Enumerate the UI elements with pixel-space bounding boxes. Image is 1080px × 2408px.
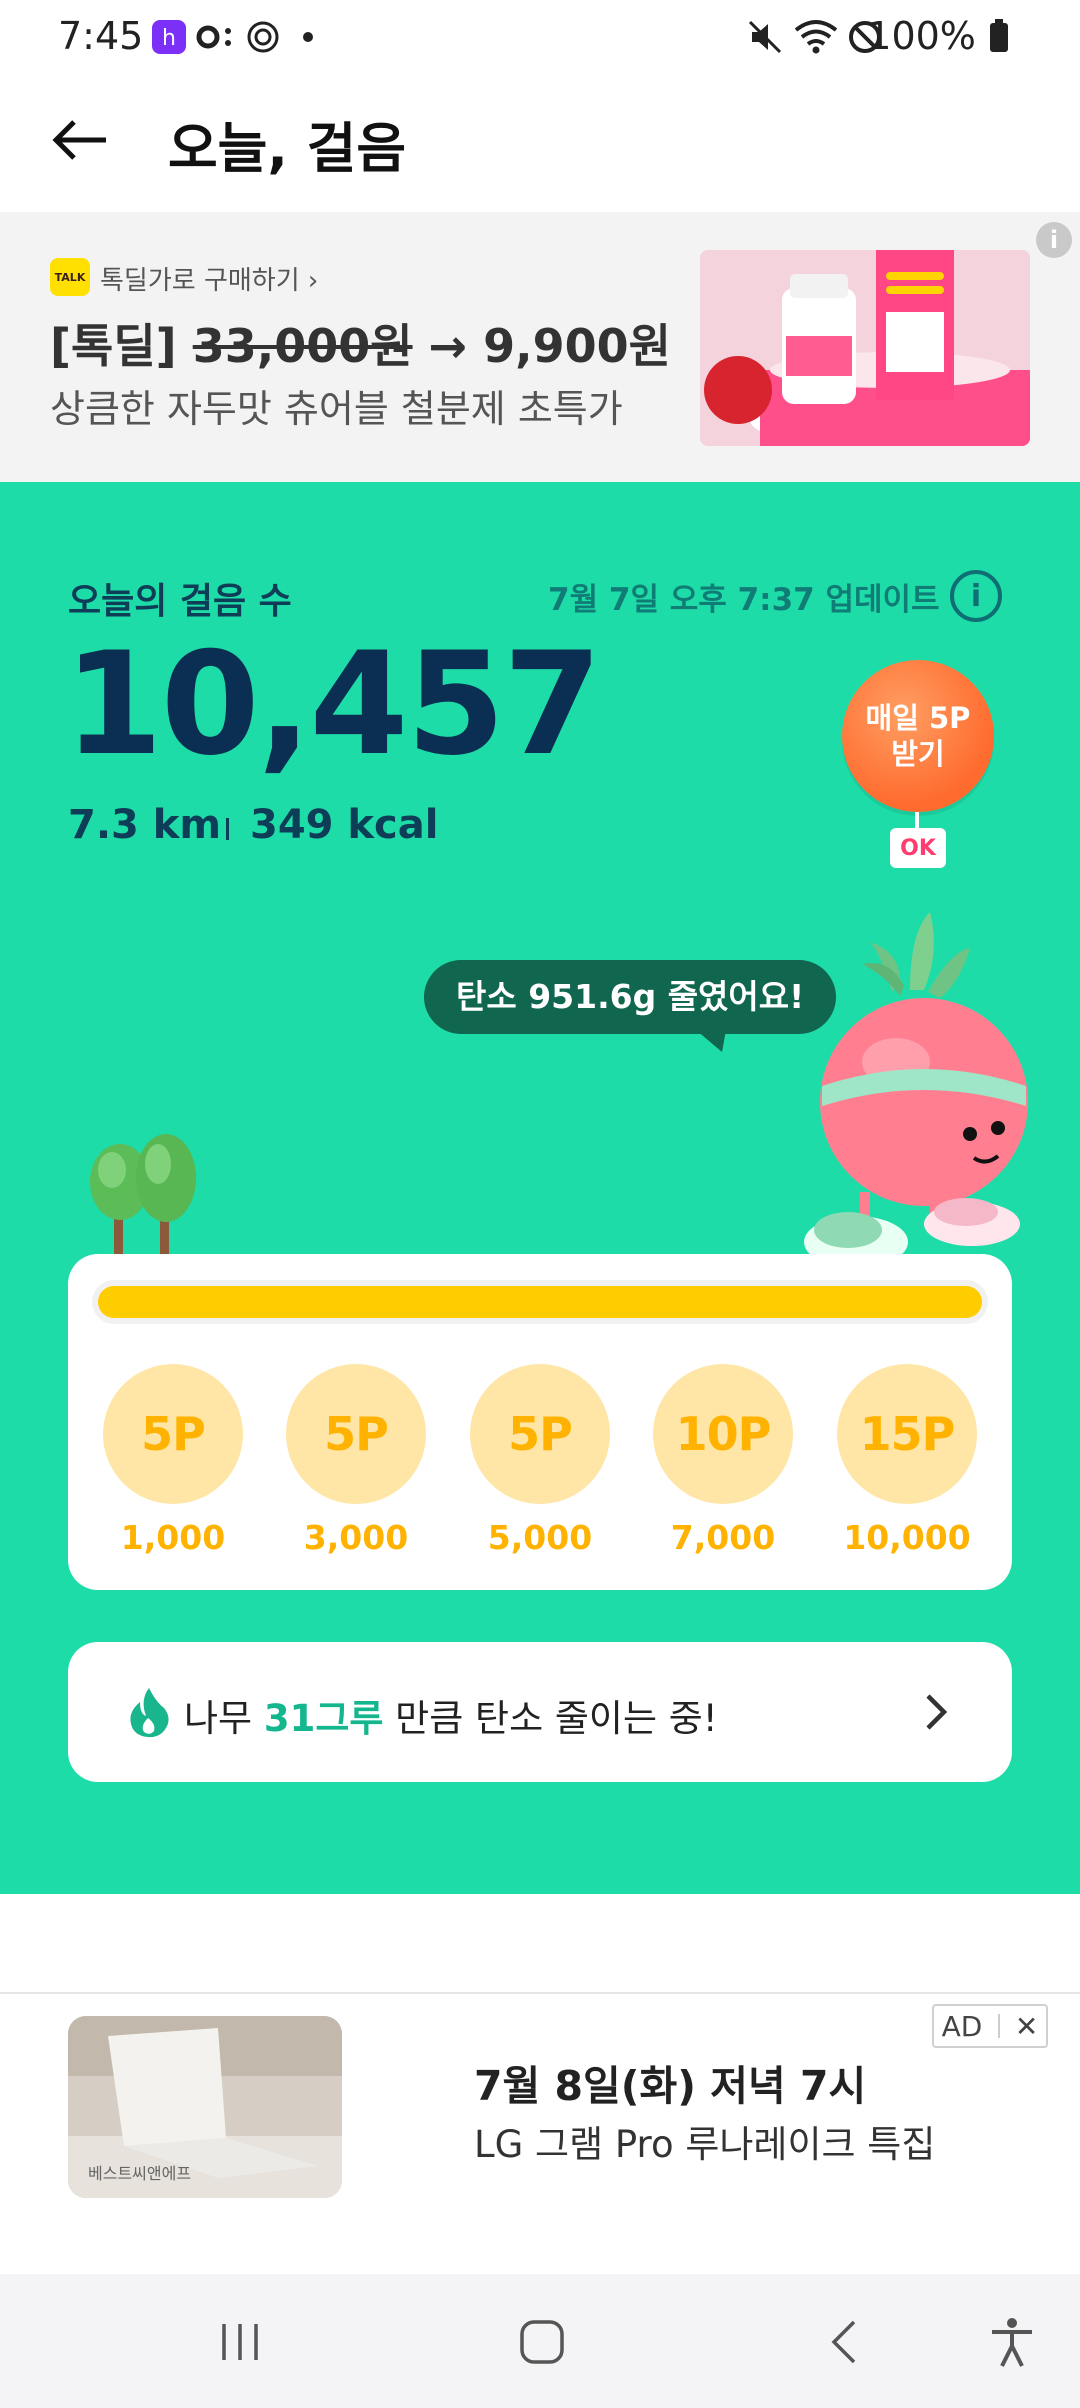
balloon-line-2: 받기 bbox=[891, 737, 945, 771]
steps-label: 오늘의 걸음 수 bbox=[68, 581, 292, 622]
more-dot-icon bbox=[302, 28, 316, 42]
reward-milestone-4[interactable]: 10P 7,000 bbox=[653, 1364, 793, 1557]
trees-suffix: 만큼 탄소 줄이는 중! bbox=[383, 1697, 718, 1740]
reward-points-coin: 15P bbox=[837, 1364, 977, 1504]
system-nav-bar bbox=[0, 2274, 1080, 2408]
carbon-trees-button[interactable]: 나무 31그루 만큼 탄소 줄이는 중! bbox=[68, 1642, 1012, 1782]
battery-percent: 100% bbox=[867, 14, 1010, 58]
home-icon bbox=[520, 2320, 564, 2364]
reward-points-coin: 10P bbox=[653, 1364, 793, 1504]
wifi-icon bbox=[794, 18, 838, 56]
reward-points-coin: 5P bbox=[470, 1364, 610, 1504]
walk-dashboard: 오늘의 걸음 수 7월 7일 오후 7:37 업데이트 i 10,457 7.3… bbox=[0, 482, 1080, 1894]
settings-gear-icon bbox=[244, 18, 282, 56]
chevron-right-icon bbox=[916, 1692, 956, 1732]
ad-label: AD bbox=[941, 2009, 983, 2043]
kakaotalk-logo: TALK bbox=[50, 258, 90, 296]
distance-value: 7.3 km bbox=[68, 802, 222, 848]
promo-title-prefix: [톡딜] bbox=[50, 319, 193, 373]
close-icon[interactable]: ✕ bbox=[1015, 2010, 1038, 2043]
reward-steps-label: 7,000 bbox=[670, 1518, 776, 1557]
mute-icon bbox=[746, 18, 784, 56]
promo-banner[interactable]: TALK 톡딜가로 구매하기 › [톡딜] 33,000원 → 9,900원 상… bbox=[0, 212, 1080, 482]
reward-points-coin: 5P bbox=[103, 1364, 243, 1504]
reward-points-coin: 5P bbox=[286, 1364, 426, 1504]
daily-bonus-button[interactable]: 매일 5P 받기 bbox=[842, 660, 994, 812]
calories-value: 349 kcal bbox=[250, 802, 439, 848]
fire-icon bbox=[126, 1686, 172, 1738]
step-count: 10,457 bbox=[64, 622, 602, 787]
balloon-line-1: 매일 5P bbox=[865, 701, 971, 735]
promo-original-price: 33,000원 bbox=[192, 319, 413, 373]
ad-info-icon[interactable]: i bbox=[1036, 222, 1072, 258]
carbon-trees-text: 나무 31그루 만큼 탄소 줄이는 중! bbox=[184, 1688, 718, 1742]
reward-steps-label: 3,000 bbox=[303, 1518, 409, 1557]
promo-title: [톡딜] 33,000원 → 9,900원 bbox=[50, 310, 671, 376]
reward-steps-label: 1,000 bbox=[120, 1518, 226, 1557]
back-button[interactable] bbox=[40, 100, 120, 180]
trees-prefix: 나무 bbox=[184, 1697, 264, 1740]
accessibility-icon bbox=[992, 2318, 1032, 2367]
rewards-progress-card: 5P 1,000 5P 3,000 5P 5,000 10P 7,000 15P… bbox=[68, 1254, 1012, 1590]
step-progress-bar bbox=[92, 1280, 988, 1324]
page-title: 오늘, 걸음 bbox=[168, 117, 407, 180]
chevron-left-icon bbox=[831, 2320, 856, 2364]
status-time: 7:45 bbox=[58, 14, 144, 58]
trees-count: 31그루 bbox=[263, 1697, 384, 1740]
recent-apps-icon bbox=[222, 2324, 258, 2360]
carbon-saved-bubble: 탄소 951.6g 줄였어요! bbox=[424, 960, 837, 1034]
ok-cashbag-badge: OK bbox=[890, 828, 946, 868]
ad-subtitle: LG 그램 Pro 루나레이크 특집 bbox=[474, 2123, 936, 2166]
promo-product-image[interactable] bbox=[700, 250, 1030, 446]
svg-text:h: h bbox=[162, 26, 176, 51]
speech-bubble-tail bbox=[696, 1030, 726, 1052]
ad-title: 7월 8일(화) 저녁 7시 bbox=[474, 2062, 867, 2110]
accessibility-button[interactable] bbox=[980, 2310, 1044, 2374]
reward-milestone-3[interactable]: 5P 5,000 bbox=[470, 1364, 610, 1557]
plum-mascot-icon bbox=[800, 912, 1040, 1272]
reward-milestone-1[interactable]: 5P 1,000 bbox=[103, 1364, 243, 1557]
promo-link[interactable]: 톡딜가로 구매하기 › bbox=[100, 260, 318, 297]
status-bar: 7:45 h 100% bbox=[0, 0, 1080, 72]
reward-steps-label: 5,000 bbox=[487, 1518, 593, 1557]
app-header: 오늘, 걸음 bbox=[0, 72, 1080, 212]
stat-divider bbox=[226, 818, 229, 840]
notification-dots-icon bbox=[196, 18, 234, 56]
ad-badge[interactable]: AD ✕ bbox=[932, 2004, 1048, 2048]
arrow-left-icon bbox=[52, 120, 106, 160]
bottom-ad-banner[interactable]: 베스트씨앤에프 AD ✕ 7월 8일(화) 저녁 7시 LG 그램 Pro 루나… bbox=[0, 1994, 1080, 2274]
promo-sale-price: → 9,900원 bbox=[412, 319, 671, 373]
step-progress-fill bbox=[98, 1286, 982, 1318]
ad-thumb-label: 베스트씨앤에프 bbox=[88, 2164, 192, 2183]
app-notification-icon: h bbox=[150, 18, 188, 56]
ad-badge-divider bbox=[997, 2014, 1000, 2038]
battery-icon bbox=[990, 19, 1008, 52]
reward-milestone-2[interactable]: 5P 3,000 bbox=[286, 1364, 426, 1557]
update-timestamp: 7월 7일 오후 7:37 업데이트 bbox=[548, 582, 940, 618]
back-nav-button[interactable] bbox=[812, 2310, 876, 2374]
laptop-ad-image[interactable]: 베스트씨앤에프 bbox=[68, 2016, 342, 2198]
info-icon[interactable]: i bbox=[950, 570, 1002, 622]
home-button[interactable] bbox=[510, 2310, 574, 2374]
recent-apps-button[interactable] bbox=[208, 2310, 272, 2374]
promo-subtitle: 상큼한 자두맛 츄어블 철분제 초특가 bbox=[50, 387, 623, 431]
reward-steps-label: 10,000 bbox=[843, 1518, 971, 1557]
reward-milestone-5[interactable]: 15P 10,000 bbox=[837, 1364, 977, 1557]
